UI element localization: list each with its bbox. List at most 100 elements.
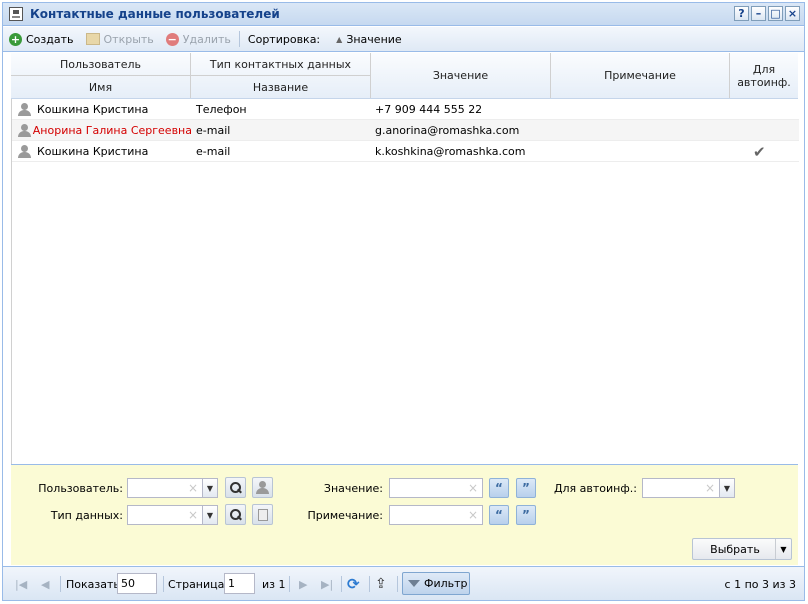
header-value[interactable]: Значение bbox=[371, 53, 551, 98]
next-page-icon[interactable]: ▶ bbox=[299, 573, 307, 595]
user-icon bbox=[18, 103, 31, 116]
type-search-button[interactable] bbox=[225, 504, 246, 525]
page-label: Страница bbox=[168, 577, 225, 591]
name-cell: Анорина Галина Сергеевна bbox=[18, 120, 192, 141]
sort-button[interactable]: ▲ Значение bbox=[332, 33, 402, 46]
create-button[interactable]: + Создать bbox=[9, 32, 74, 46]
open-quote-button[interactable]: “ bbox=[489, 478, 509, 498]
header-type-group[interactable]: Тип контактных данных bbox=[191, 53, 371, 75]
close-button[interactable]: × bbox=[785, 6, 800, 21]
note-filter-label: Примечание: bbox=[307, 509, 383, 522]
pager-separator bbox=[289, 576, 290, 592]
sort-label: Сортировка: bbox=[247, 32, 321, 46]
clear-icon[interactable]: × bbox=[188, 508, 198, 522]
note-cell bbox=[555, 99, 731, 120]
delete-button[interactable]: − Удалить bbox=[165, 32, 231, 46]
value-filter-label: Значение: bbox=[323, 482, 383, 495]
title-bar[interactable]: Контактные данные пользователей ? – □ × bbox=[3, 3, 804, 26]
value-cell: g.anorina@romashka.com bbox=[375, 124, 520, 137]
grid-header: Пользователь Имя Тип контактных данных Н… bbox=[11, 53, 798, 99]
name-text: Кошкина Кристина bbox=[37, 145, 149, 158]
header-user-group[interactable]: Пользователь bbox=[11, 53, 191, 75]
type-pick-button[interactable] bbox=[252, 504, 273, 525]
select-button[interactable]: Выбрать ▼ bbox=[692, 538, 792, 560]
table-row[interactable]: Кошкина Кристина Телефон +7 909 444 555 … bbox=[12, 99, 799, 120]
document-icon bbox=[257, 508, 268, 521]
window-title: Контактные данные пользователей bbox=[30, 7, 280, 21]
name-text: Кошкина Кристина bbox=[37, 103, 149, 116]
last-page-icon[interactable]: ▶| bbox=[321, 573, 333, 595]
refresh-icon[interactable]: ⟳ bbox=[347, 573, 360, 595]
table-row[interactable]: Кошкина Кристина e-mail k.koshkina@romas… bbox=[12, 141, 799, 162]
maximize-button[interactable]: □ bbox=[768, 6, 783, 21]
toolbar-separator bbox=[238, 31, 240, 47]
sort-value: Значение bbox=[346, 32, 402, 46]
value-cell: k.koshkina@romashka.com bbox=[375, 145, 526, 158]
header-auto[interactable]: Для автоинф. bbox=[730, 53, 798, 98]
delete-label: Удалить bbox=[182, 32, 231, 46]
user-search-button[interactable] bbox=[225, 477, 246, 498]
first-page-icon[interactable]: |◀ bbox=[15, 573, 27, 595]
type-cell: e-mail bbox=[196, 145, 231, 158]
export-icon[interactable]: ⇪ bbox=[375, 573, 387, 595]
contact-card-icon bbox=[9, 7, 23, 21]
funnel-icon bbox=[408, 580, 420, 587]
user-pick-button[interactable] bbox=[252, 477, 273, 498]
grid-body: Кошкина Кристина Телефон +7 909 444 555 … bbox=[11, 99, 799, 464]
clear-icon[interactable]: × bbox=[705, 481, 715, 495]
clear-icon[interactable]: × bbox=[468, 508, 478, 522]
pager-separator bbox=[163, 576, 164, 592]
chevron-down-icon[interactable]: ▼ bbox=[775, 539, 791, 559]
type-cell: e-mail bbox=[196, 124, 231, 137]
note-cell bbox=[555, 120, 731, 141]
search-icon bbox=[229, 481, 242, 494]
open-button[interactable]: Открыть bbox=[85, 33, 154, 46]
auto-filter-combo[interactable]: × ▼ bbox=[642, 478, 735, 498]
paging-summary: с 1 по 3 из 3 bbox=[724, 577, 796, 591]
window-controls: ? – □ × bbox=[734, 6, 800, 21]
contacts-window: Контактные данные пользователей ? – □ × … bbox=[2, 2, 805, 601]
paging-toolbar: |◀ ◀ Показать 50 Страница 1 из 1 ▶ ▶| ⟳ … bbox=[3, 566, 804, 600]
page-size-input[interactable]: 50 bbox=[117, 573, 157, 594]
open-quote-button[interactable]: “ bbox=[489, 505, 509, 525]
name-cell: Кошкина Кристина bbox=[18, 99, 192, 120]
user-icon bbox=[18, 124, 31, 137]
select-button-label: Выбрать bbox=[710, 543, 760, 556]
chevron-down-icon[interactable]: ▼ bbox=[202, 478, 218, 498]
filter-panel: Пользователь: × ▼ Тип данных: × ▼ Значен… bbox=[11, 464, 798, 565]
user-icon bbox=[256, 481, 269, 494]
create-label: Создать bbox=[26, 32, 74, 46]
value-filter-input[interactable]: × bbox=[389, 478, 483, 498]
type-filter-label: Тип данных: bbox=[50, 509, 123, 522]
help-button[interactable]: ? bbox=[734, 6, 749, 21]
filter-toggle-button[interactable]: Фильтр bbox=[402, 572, 470, 595]
user-icon bbox=[18, 145, 31, 158]
prev-page-icon[interactable]: ◀ bbox=[41, 573, 49, 595]
minimize-button[interactable]: – bbox=[751, 6, 766, 21]
clear-icon[interactable]: × bbox=[188, 481, 198, 495]
name-text: Анорина Галина Сергеевна bbox=[32, 124, 192, 137]
page-input[interactable]: 1 bbox=[224, 573, 255, 594]
sort-asc-icon: ▲ bbox=[336, 34, 343, 44]
chevron-down-icon[interactable]: ▼ bbox=[202, 505, 218, 525]
chevron-down-icon[interactable]: ▼ bbox=[719, 478, 735, 498]
note-filter-input[interactable]: × bbox=[389, 505, 483, 525]
clear-icon[interactable]: × bbox=[468, 481, 478, 495]
header-type-name[interactable]: Название bbox=[191, 75, 371, 98]
check-icon: ✔ bbox=[753, 142, 766, 161]
page-size-label: Показать bbox=[66, 577, 120, 591]
header-note[interactable]: Примечание bbox=[551, 53, 730, 98]
pager-separator bbox=[60, 576, 61, 592]
header-user-name[interactable]: Имя bbox=[11, 75, 191, 98]
type-filter-combo[interactable]: × ▼ bbox=[127, 505, 218, 525]
user-filter-combo[interactable]: × ▼ bbox=[127, 478, 218, 498]
close-quote-button[interactable]: ” bbox=[516, 505, 536, 525]
table-row[interactable]: Анорина Галина Сергеевна e-mail g.anorin… bbox=[12, 120, 799, 141]
toolbar: + Создать Открыть − Удалить Сортировка: … bbox=[3, 27, 804, 52]
filter-button-label: Фильтр bbox=[424, 577, 468, 590]
plus-icon: + bbox=[9, 32, 22, 46]
user-filter-label: Пользователь: bbox=[38, 482, 123, 495]
name-cell: Кошкина Кристина bbox=[18, 141, 192, 162]
pager-separator bbox=[341, 576, 342, 592]
close-quote-button[interactable]: ” bbox=[516, 478, 536, 498]
